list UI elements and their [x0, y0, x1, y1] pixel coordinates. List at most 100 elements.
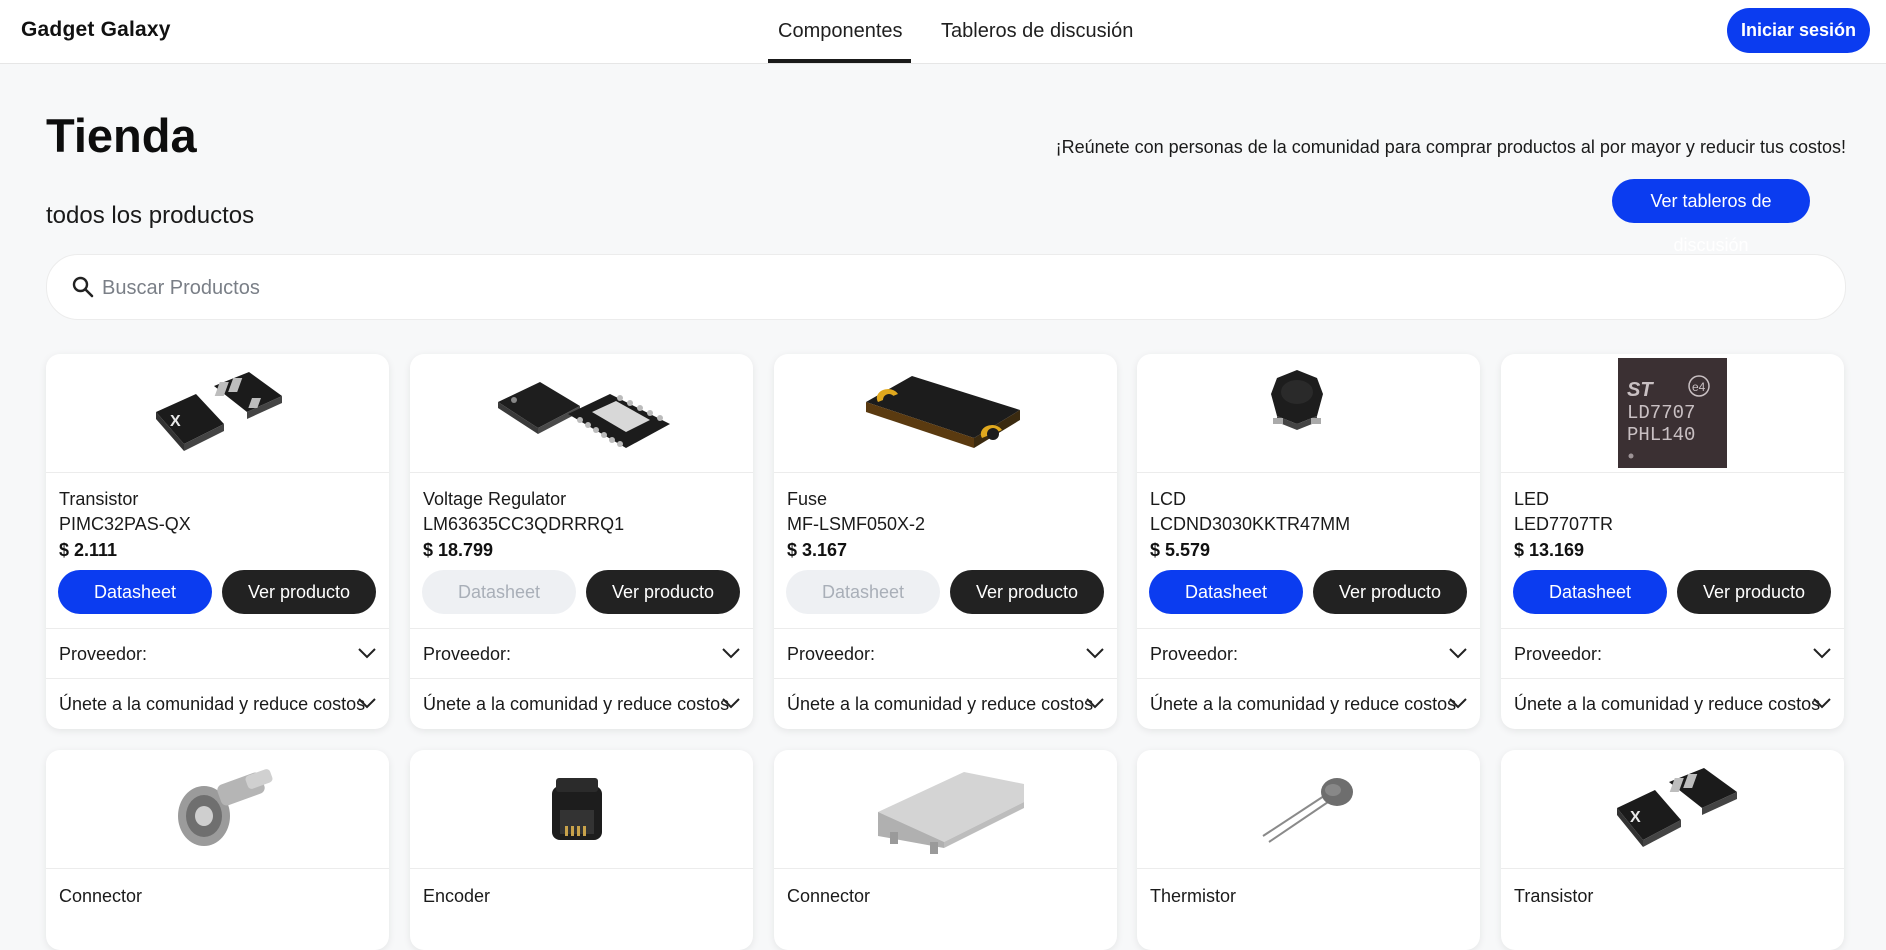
chevron-down-icon: [722, 698, 740, 709]
product-image[interactable]: [774, 354, 1117, 473]
product-image[interactable]: ST e4 LD7707 PHL140: [1501, 354, 1844, 473]
community-label: Únete a la comunidad y reduce costos: [787, 694, 1094, 714]
product-card: Connector: [774, 750, 1117, 950]
product-price: $ 3.167: [787, 540, 848, 560]
smd-inductor-icon: [1271, 370, 1323, 430]
thermistor-icon: [1262, 778, 1353, 843]
dfn-package-icon: X: [1617, 768, 1737, 847]
search-bar[interactable]: Buscar Productos: [46, 254, 1846, 320]
supplier-label: Proveedor:: [787, 644, 876, 664]
product-category: LCD: [1150, 489, 1187, 509]
tab-componentes[interactable]: Componentes: [778, 20, 903, 43]
supplier-dropdown[interactable]: Proveedor:: [1137, 628, 1480, 679]
community-dropdown[interactable]: Únete a la comunidad y reduce costos: [1501, 678, 1844, 729]
page-subtitle: todos los productos: [46, 202, 255, 229]
product-category: Fuse: [787, 489, 828, 509]
svg-text:X: X: [170, 413, 181, 430]
product-image[interactable]: [46, 750, 389, 869]
community-label: Únete a la comunidad y reduce costos: [1514, 694, 1821, 714]
chevron-down-icon: [1086, 698, 1104, 709]
product-image[interactable]: X: [1501, 750, 1844, 869]
community-dropdown[interactable]: Únete a la comunidad y reduce costos: [1137, 678, 1480, 729]
view-product-button[interactable]: Ver producto: [1677, 570, 1831, 614]
product-price: $ 18.799: [423, 540, 494, 560]
chip-badge-text: e4: [1692, 380, 1706, 394]
product-part-number: PIMC32PAS-QX: [59, 514, 191, 534]
product-category: Transistor: [59, 489, 139, 509]
supplier-label: Proveedor:: [1514, 644, 1603, 664]
tab-tableros-de-discusion[interactable]: Tableros de discusión: [941, 20, 1133, 43]
community-label: Únete a la comunidad y reduce costos: [423, 694, 730, 714]
supplier-label: Proveedor:: [423, 644, 512, 664]
chevron-down-icon: [1813, 648, 1831, 659]
supplier-label: Proveedor:: [1150, 644, 1239, 664]
smd-fuse-icon: [866, 376, 1020, 448]
product-image[interactable]: [1137, 354, 1480, 473]
product-part-number: LCDND3030KKTR47MM: [1150, 514, 1351, 534]
dfn-package-icon: X: [156, 372, 282, 451]
supplier-dropdown[interactable]: Proveedor:: [1501, 628, 1844, 679]
datasheet-button[interactable]: Datasheet: [786, 570, 940, 614]
product-image[interactable]: [410, 750, 753, 869]
community-dropdown[interactable]: Únete a la comunidad y reduce costos: [774, 678, 1117, 729]
chip-marking-line1: LD7707: [1627, 402, 1695, 424]
community-dropdown[interactable]: Únete a la comunidad y reduce costos: [410, 678, 753, 729]
product-part-number: LED7707TR: [1514, 514, 1614, 534]
product-card: Connector: [46, 750, 389, 950]
product-category: Connector: [787, 886, 871, 906]
chip-logo-text: ST: [1627, 379, 1654, 401]
product-category: Connector: [59, 886, 143, 906]
supplier-dropdown[interactable]: Proveedor:: [46, 628, 389, 679]
page-title: Tienda: [46, 109, 197, 162]
view-product-button[interactable]: Ver producto: [1313, 570, 1467, 614]
chevron-down-icon: [1449, 698, 1467, 709]
product-image[interactable]: [1137, 750, 1480, 869]
product-image[interactable]: [774, 750, 1117, 869]
product-card: Thermistor: [1137, 750, 1480, 950]
product-price: $ 13.169: [1514, 540, 1585, 560]
view-product-button[interactable]: Ver producto: [950, 570, 1104, 614]
product-card: Encoder: [410, 750, 753, 950]
chip-marking-line2: PHL140: [1627, 424, 1695, 446]
view-forums-button[interactable]: Ver tableros de discusión: [1612, 179, 1810, 255]
brand-logo[interactable]: Gadget Galaxy: [21, 18, 171, 42]
community-label: Únete a la comunidad y reduce costos: [59, 694, 366, 714]
view-product-button[interactable]: Ver producto: [586, 570, 740, 614]
product-card: Fuse MF-LSMF050X-2 $ 3.167 Datasheet Ver…: [774, 354, 1117, 729]
search-input[interactable]: Buscar Productos: [102, 277, 260, 300]
datasheet-button[interactable]: Datasheet: [1513, 570, 1667, 614]
qfn-chip-icon: ST e4 LD7707 PHL140: [1618, 358, 1727, 468]
chevron-down-icon: [1813, 698, 1831, 709]
login-button[interactable]: Iniciar sesión: [1727, 8, 1870, 53]
active-tab-indicator: [768, 59, 911, 63]
product-category: Thermistor: [1150, 886, 1237, 906]
product-part-number: MF-LSMF050X-2: [787, 514, 926, 534]
product-category: Transistor: [1514, 886, 1594, 906]
community-promo-text: ¡Reúnete con personas de la comunidad pa…: [1055, 137, 1846, 157]
housing-connector-icon: [878, 772, 1024, 854]
product-price: $ 2.111: [59, 540, 118, 560]
son-package-icon: [498, 382, 670, 448]
product-image[interactable]: X: [46, 354, 389, 473]
product-category: Encoder: [423, 886, 491, 906]
bnc-connector-icon: [178, 769, 273, 846]
product-card: LCD LCDND3030KKTR47MM $ 5.579 Datasheet …: [1137, 354, 1480, 729]
community-dropdown[interactable]: Únete a la comunidad y reduce costos: [46, 678, 389, 729]
product-category: LED: [1514, 489, 1550, 509]
datasheet-button[interactable]: Datasheet: [58, 570, 212, 614]
product-image[interactable]: [410, 354, 753, 473]
product-card: ST e4 LD7707 PHL140 LED LED7707TR $ 13.1…: [1501, 354, 1844, 729]
chevron-down-icon: [358, 698, 376, 709]
search-icon: [72, 276, 94, 298]
chevron-down-icon: [1086, 648, 1104, 659]
datasheet-button[interactable]: Datasheet: [1149, 570, 1303, 614]
supplier-dropdown[interactable]: Proveedor:: [774, 628, 1117, 679]
supplier-dropdown[interactable]: Proveedor:: [410, 628, 753, 679]
encoder-icon: [552, 778, 602, 840]
chevron-down-icon: [1449, 648, 1467, 659]
product-category: Voltage Regulator: [423, 489, 567, 509]
view-product-button[interactable]: Ver producto: [222, 570, 376, 614]
product-card: X Transistor: [1501, 750, 1844, 950]
chevron-down-icon: [358, 648, 376, 659]
datasheet-button[interactable]: Datasheet: [422, 570, 576, 614]
